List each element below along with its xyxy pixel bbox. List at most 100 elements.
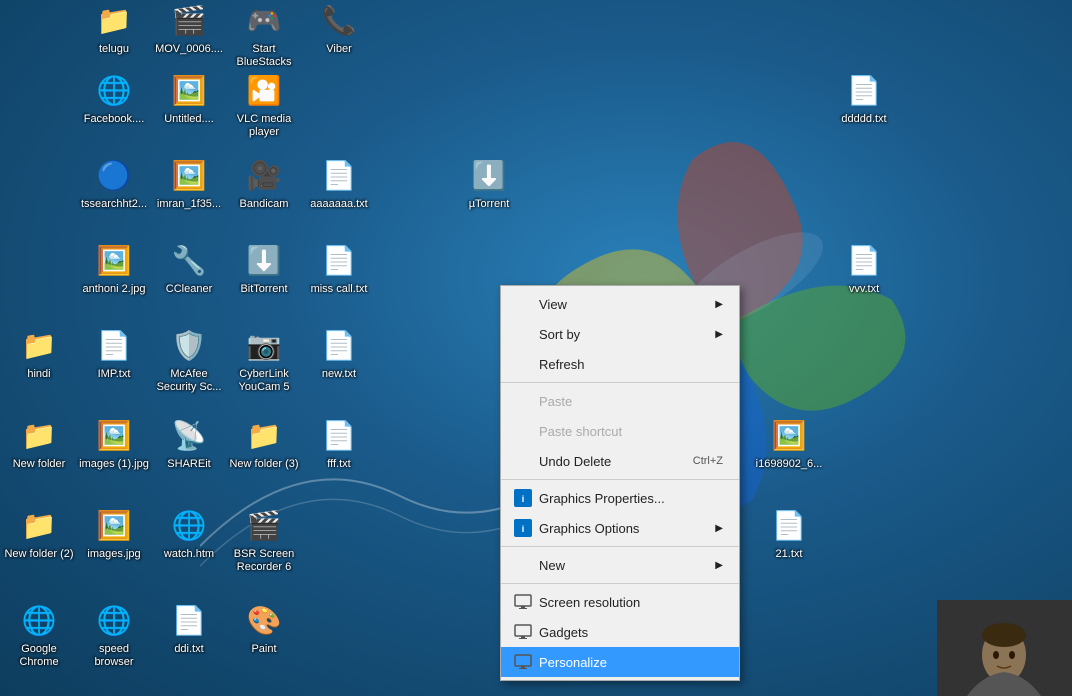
desktop-icon-googlechrome[interactable]: 🌐 Google Chrome	[3, 600, 75, 669]
icon-label-misscall: miss call.txt	[311, 283, 368, 296]
icon-label-hindi: hindi	[27, 368, 50, 381]
icon-image-bittorrent: ⬇️	[244, 240, 284, 280]
desktop-icon-tssearch[interactable]: 🔵 tssearchht2...	[78, 155, 150, 211]
desktop-icon-facebook[interactable]: 🌐 Facebook....	[78, 70, 150, 126]
icon-label-21txt: 21.txt	[776, 548, 803, 561]
desktop-icon-imran[interactable]: 🖼️ imran_1f35...	[153, 155, 225, 211]
menu-item-personalize[interactable]: Personalize	[501, 647, 739, 677]
desktop-icon-telugu[interactable]: 📁 telugu	[78, 0, 150, 56]
desktop-icon-mcafee[interactable]: 🛡️ McAfee Security Sc...	[153, 325, 225, 394]
desktop-icon-images[interactable]: 🖼️ images.jpg	[78, 505, 150, 561]
icon-image-paint: 🎨	[244, 600, 284, 640]
icon-label-bsrscreen: BSR Screen Recorder 6	[228, 548, 300, 574]
icon-image-imran: 🖼️	[169, 155, 209, 195]
empty-icon	[513, 421, 533, 441]
icon-label-bittorrent: BitTorrent	[240, 283, 287, 296]
desktop-icon-i1698902[interactable]: 🖼️ i1698902_6...	[753, 415, 825, 471]
menu-item-view[interactable]: View ▶	[501, 289, 739, 319]
icon-image-vlc: 🎦	[244, 70, 284, 110]
menu-item-refresh[interactable]: Refresh	[501, 349, 739, 379]
icon-label-aaaaaaa: aaaaaaa.txt	[310, 198, 368, 211]
desktop-icon-untitled[interactable]: 🖼️ Untitled....	[153, 70, 225, 126]
menu-item-left-graphics_options: i Graphics Options	[513, 518, 639, 538]
empty-icon	[513, 451, 533, 471]
desktop-icon-newtxt[interactable]: 📄 new.txt	[303, 325, 375, 381]
menu-item-graphics_options[interactable]: i Graphics Options ▶	[501, 513, 739, 543]
desktop-icon-fffxt[interactable]: 📄 fff.txt	[303, 415, 375, 471]
menu-separator-sep3	[501, 546, 739, 547]
icon-label-ddddd: ddddd.txt	[841, 113, 886, 126]
icon-label-imp: IMP.txt	[98, 368, 131, 381]
menu-item-left-personalize: Personalize	[513, 652, 607, 672]
desktop-icon-images1[interactable]: 🖼️ images (1).jpg	[78, 415, 150, 471]
intel-icon: i	[513, 488, 533, 508]
empty-icon	[513, 354, 533, 374]
desktop-icon-bandicam[interactable]: 🎥 Bandicam	[228, 155, 300, 211]
display-icon	[513, 592, 533, 612]
desktop-icon-mov0006[interactable]: 🎬 MOV_0006....	[153, 0, 225, 56]
menu-item-label-personalize: Personalize	[539, 655, 607, 670]
desktop-icon-bsrscreen[interactable]: 🎬 BSR Screen Recorder 6	[228, 505, 300, 574]
menu-item-screen_resolution[interactable]: Screen resolution	[501, 587, 739, 617]
desktop-icon-speedbrowser[interactable]: 🌐 speed browser	[78, 600, 150, 669]
menu-item-right-new: ▶	[715, 560, 723, 571]
icon-image-facebook: 🌐	[94, 70, 134, 110]
menu-item-sort_by[interactable]: Sort by ▶	[501, 319, 739, 349]
svg-text:i: i	[522, 524, 525, 534]
desktop-icon-cyberlink[interactable]: 📷 CyberLink YouCam 5	[228, 325, 300, 394]
icon-label-newfolder2: New folder (2)	[4, 548, 73, 561]
icon-label-googlechrome: Google Chrome	[3, 643, 75, 669]
desktop-icon-21txt[interactable]: 📄 21.txt	[753, 505, 825, 561]
desktop-icon-viber[interactable]: 📞 Viber	[303, 0, 375, 56]
desktop-icon-shareit[interactable]: 📡 SHAREit	[153, 415, 225, 471]
menu-item-label-graphics_options: Graphics Options	[539, 521, 639, 536]
icon-image-fffxt: 📄	[319, 415, 359, 455]
desktop-icon-ddddd[interactable]: 📄 ddddd.txt	[828, 70, 900, 126]
menu-item-new[interactable]: New ▶	[501, 550, 739, 580]
desktop-icon-imp[interactable]: 📄 IMP.txt	[78, 325, 150, 381]
desktop-icon-utorrent[interactable]: ⬇️ µTorrent	[453, 155, 525, 211]
desktop-icon-vvv[interactable]: 📄 vvv.txt	[828, 240, 900, 296]
icon-label-vlc: VLC media player	[228, 113, 300, 139]
icon-label-viber: Viber	[326, 43, 351, 56]
desktop-icon-watchhtm[interactable]: 🌐 watch.htm	[153, 505, 225, 561]
menu-shortcut-undo_delete: Ctrl+Z	[693, 455, 723, 467]
context-menu[interactable]: View ▶ Sort by ▶ Refresh Paste Paste sho…	[500, 285, 740, 681]
desktop-icon-aaaaaaa[interactable]: 📄 aaaaaaa.txt	[303, 155, 375, 211]
menu-item-left-view: View	[513, 294, 567, 314]
icon-image-speedbrowser: 🌐	[94, 600, 134, 640]
desktop-icon-hindi[interactable]: 📁 hindi	[3, 325, 75, 381]
icon-label-anthoni2: anthoni 2.jpg	[83, 283, 146, 296]
icon-label-images: images.jpg	[87, 548, 140, 561]
desktop-icon-ccleaner[interactable]: 🔧 CCleaner	[153, 240, 225, 296]
icon-image-bsrscreen: 🎬	[244, 505, 284, 545]
desktop-icon-bittorrent[interactable]: ⬇️ BitTorrent	[228, 240, 300, 296]
desktop-icon-vlc[interactable]: 🎦 VLC media player	[228, 70, 300, 139]
icon-label-newfolder3: New folder (3)	[229, 458, 298, 471]
desktop-icon-newfolder3[interactable]: 📁 New folder (3)	[228, 415, 300, 471]
icon-label-bluestacks: Start BlueStacks	[228, 43, 300, 69]
desktop-icon-anthoni2[interactable]: 🖼️ anthoni 2.jpg	[78, 240, 150, 296]
icon-image-tssearch: 🔵	[94, 155, 134, 195]
icon-label-shareit: SHAREit	[167, 458, 210, 471]
desktop-icon-paint[interactable]: 🎨 Paint	[228, 600, 300, 656]
menu-item-gadgets[interactable]: Gadgets	[501, 617, 739, 647]
icon-image-cyberlink: 📷	[244, 325, 284, 365]
desktop-icon-newfolder[interactable]: 📁 New folder	[3, 415, 75, 471]
icon-image-dditxt: 📄	[169, 600, 209, 640]
menu-item-label-graphics_properties: Graphics Properties...	[539, 491, 665, 506]
submenu-arrow: ▶	[715, 299, 723, 310]
menu-item-graphics_properties[interactable]: i Graphics Properties...	[501, 483, 739, 513]
menu-item-left-paste: Paste	[513, 391, 572, 411]
icon-image-viber: 📞	[319, 0, 359, 40]
display-icon	[513, 622, 533, 642]
desktop-icon-dditxt[interactable]: 📄 ddi.txt	[153, 600, 225, 656]
icon-label-mcafee: McAfee Security Sc...	[153, 368, 225, 394]
icon-label-newfolder: New folder	[13, 458, 66, 471]
icon-image-newtxt: 📄	[319, 325, 359, 365]
desktop-icon-misscall[interactable]: 📄 miss call.txt	[303, 240, 375, 296]
desktop-icon-bluestacks[interactable]: 🎮 Start BlueStacks	[228, 0, 300, 69]
icon-image-utorrent: ⬇️	[469, 155, 509, 195]
desktop-icon-newfolder2[interactable]: 📁 New folder (2)	[3, 505, 75, 561]
menu-item-undo_delete[interactable]: Undo Delete Ctrl+Z	[501, 446, 739, 476]
